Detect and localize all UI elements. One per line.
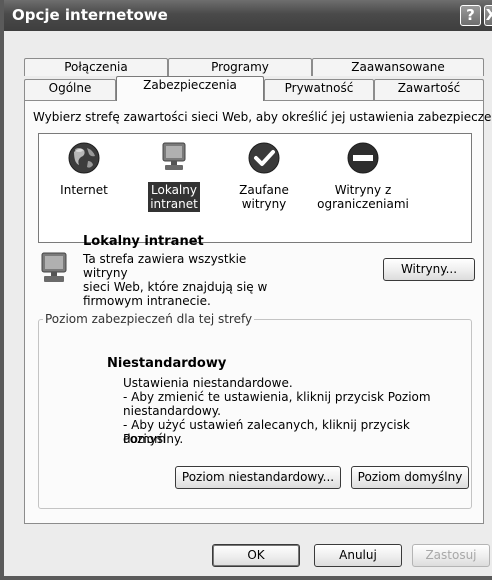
internet-options-dialog: Opcje internetowe ? X Połączenia Program… xyxy=(0,0,492,580)
tab-content[interactable]: Zawartość xyxy=(374,79,484,100)
close-button[interactable]: X xyxy=(484,5,492,26)
security-level-text: Ustawienia niestandardowe. xyxy=(123,376,293,390)
zone-label: Lokalny intranet xyxy=(148,182,200,212)
security-level-group: Poziom zabezpieczeń dla tej strefy Niest… xyxy=(38,312,472,509)
zone-list: Internet Lokalny intranet Zaufane witryn… xyxy=(38,133,472,243)
security-level-text: domyślny. xyxy=(123,432,184,446)
ok-button[interactable]: OK xyxy=(212,544,300,567)
tab-label: Zabezpieczenia xyxy=(143,78,237,92)
checkmark-icon xyxy=(248,142,280,174)
tab-programs[interactable]: Programy xyxy=(168,58,312,76)
security-level-text: niestandardowy. xyxy=(123,404,221,418)
window-title: Opcje internetowe xyxy=(12,6,168,24)
zone-info-title: Lokalny intranet xyxy=(83,234,204,249)
zone-local-intranet[interactable]: Lokalny intranet xyxy=(139,140,209,212)
computer-icon xyxy=(41,252,67,282)
tab-security[interactable]: Zabezpieczenia xyxy=(116,76,264,101)
tab-advanced[interactable]: Zaawansowane xyxy=(312,58,484,76)
tab-label: Zawartość xyxy=(397,81,461,95)
tab-label: Ogólne xyxy=(48,81,92,95)
zone-info-description: Ta strefa zawiera wszystkie witryny siec… xyxy=(83,252,268,308)
security-level-text: - Aby zmienić te ustawienia, kliknij prz… xyxy=(123,390,431,404)
tab-connections[interactable]: Połączenia xyxy=(24,58,168,76)
computer-icon xyxy=(162,142,186,170)
security-level-legend: Poziom zabezpieczeń dla tej strefy xyxy=(43,312,255,326)
default-level-button[interactable]: Poziom domyślny xyxy=(351,466,469,489)
custom-level-button[interactable]: Poziom niestandardowy... xyxy=(175,466,341,489)
sites-button[interactable]: Witryny... xyxy=(383,258,475,281)
tab-label: Zaawansowane xyxy=(351,60,445,74)
tab-label: Prywatność xyxy=(284,81,354,95)
security-tab-panel: Wybierz strefę zawartości sieci Web, aby… xyxy=(24,100,492,524)
help-button[interactable]: ? xyxy=(460,5,481,26)
zone-label: Witryny z ograniczeniami xyxy=(317,183,409,211)
cancel-button[interactable]: Anuluj xyxy=(314,544,402,567)
tab-privacy[interactable]: Prywatność xyxy=(264,79,374,100)
title-bar[interactable]: Opcje internetowe ? X xyxy=(4,0,492,31)
zone-instruction: Wybierz strefę zawartości sieci Web, aby… xyxy=(33,110,492,124)
zone-internet[interactable]: Internet xyxy=(49,140,119,198)
zone-label: Zaufane witryny xyxy=(239,183,289,211)
globe-icon xyxy=(68,142,100,174)
tab-general[interactable]: Ogólne xyxy=(24,79,116,100)
tab-label: Programy xyxy=(211,60,269,74)
zone-trusted-sites[interactable]: Zaufane witryny xyxy=(229,140,299,212)
security-level-title: Niestandardowy xyxy=(107,356,227,371)
apply-button[interactable]: Zastosuj xyxy=(412,544,490,567)
tab-label: Połączenia xyxy=(64,60,128,74)
zone-restricted-sites[interactable]: Witryny z ograniczeniami xyxy=(309,140,417,212)
no-entry-icon xyxy=(347,142,379,174)
zone-label: Internet xyxy=(60,183,108,197)
